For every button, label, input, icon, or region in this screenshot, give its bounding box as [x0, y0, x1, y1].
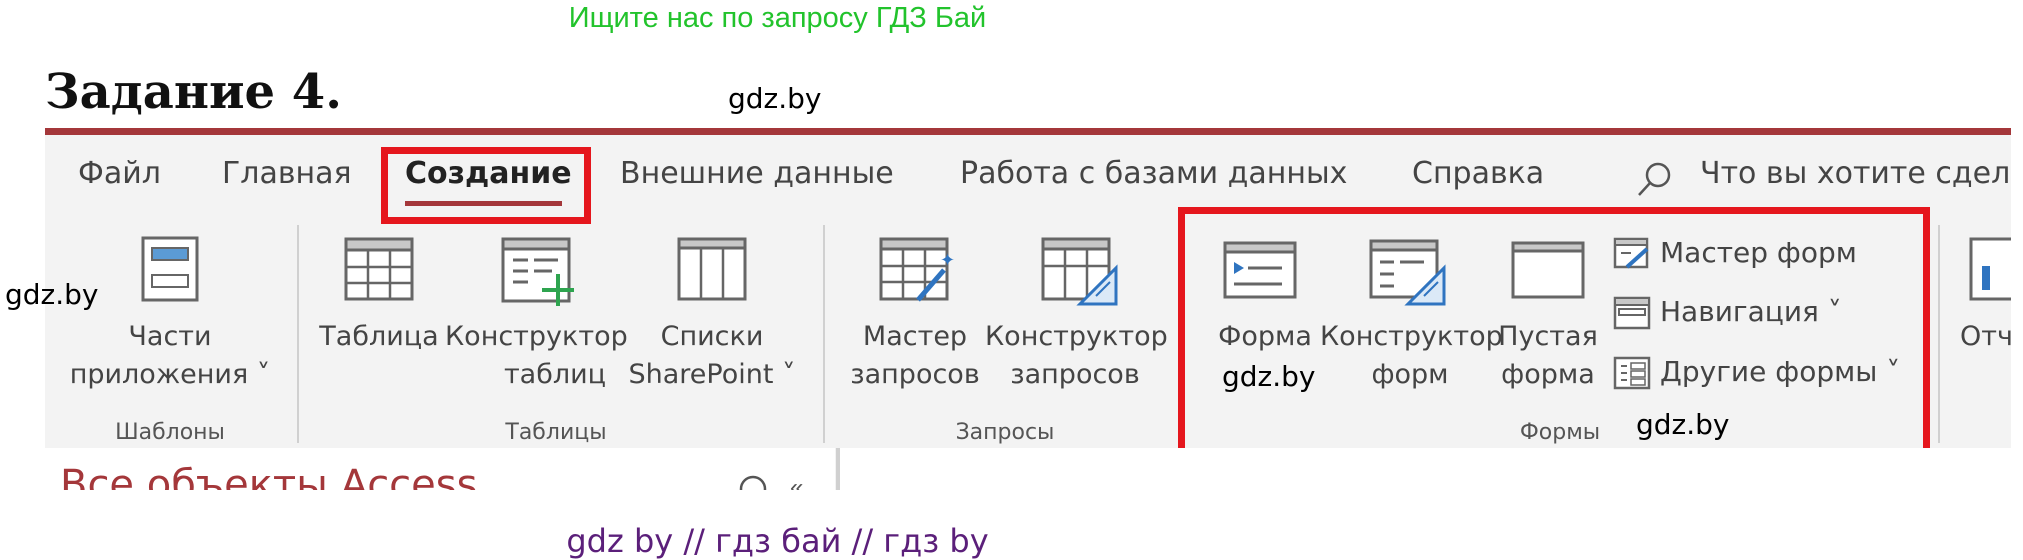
- tab-home[interactable]: Главная: [222, 156, 352, 191]
- group-label-templates: Шаблоны: [115, 420, 225, 445]
- table-icon: [343, 236, 415, 307]
- group-separator: [297, 225, 299, 443]
- group-separator: [823, 225, 825, 443]
- app-parts-button[interactable]: Части приложения ˅: [60, 318, 280, 394]
- sharepoint-lists-button[interactable]: Списки SharePoint ˅: [622, 318, 802, 394]
- query-designer-icon: [1040, 236, 1120, 313]
- query-wizard-icon: ✦: [878, 236, 958, 311]
- highlight-create-tab: [381, 147, 591, 224]
- report-label: Отч: [1960, 321, 2013, 352]
- watermark: gdz.by: [728, 82, 822, 115]
- query-designer-label-1: Конструктор: [985, 321, 1168, 352]
- sharepoint-label-1: Списки: [660, 321, 764, 352]
- highlight-forms-group: [1178, 207, 1930, 472]
- table-designer-label-2: таблиц: [503, 359, 607, 390]
- watermark: gdz.by: [1222, 360, 1316, 393]
- group-separator: [1938, 225, 1940, 443]
- query-wizard-label-2: запросов: [850, 359, 980, 390]
- svg-text:✦: ✦: [940, 250, 955, 271]
- search-input[interactable]: Что вы хотите сдела: [1700, 156, 2011, 191]
- task-title: Задание 4.: [45, 64, 342, 120]
- footer-watermark: gdz by // гдз бай // гдз by: [566, 522, 989, 560]
- table-designer-icon: [500, 236, 580, 313]
- watermark: gdz.by: [1636, 408, 1730, 441]
- title-bar-strip: [45, 128, 2011, 135]
- table-button[interactable]: Таблица: [318, 318, 440, 356]
- table-designer-label-1: Конструктор: [445, 321, 628, 352]
- tab-database-tools[interactable]: Работа с базами данных: [960, 156, 1347, 191]
- document-area: [840, 448, 2011, 490]
- watermark: gdz.by: [5, 278, 99, 311]
- app-parts-icon: [140, 235, 200, 308]
- table-label: Таблица: [319, 321, 439, 352]
- table-designer-button[interactable]: Конструктор таблиц: [445, 318, 628, 394]
- nav-pane-title[interactable]: Все объекты Access: [60, 462, 477, 490]
- query-designer-label-2: запросов: [1010, 359, 1140, 390]
- collapse-pane-icon[interactable]: «: [790, 476, 803, 490]
- group-label-tables: Таблицы: [505, 420, 607, 445]
- sharepoint-lists-icon: [676, 236, 748, 307]
- tab-external-data[interactable]: Внешние данные: [620, 156, 894, 191]
- tab-help[interactable]: Справка: [1412, 156, 1544, 191]
- query-designer-button[interactable]: Конструктор запросов: [985, 318, 1168, 394]
- report-icon: [1968, 236, 2023, 307]
- search-icon[interactable]: [1636, 160, 1674, 203]
- app-parts-label-2: приложения ˅: [69, 359, 271, 390]
- sharepoint-label-2: SharePoint ˅: [628, 359, 796, 390]
- group-label-queries: Запросы: [955, 420, 1055, 445]
- app-parts-label-1: Части: [128, 321, 212, 352]
- banner-text: Ищите нас по запросу ГДЗ Бай: [568, 2, 987, 34]
- tab-file[interactable]: Файл: [78, 156, 161, 191]
- report-button[interactable]: Отч: [1960, 318, 2023, 356]
- query-wizard-label-1: Мастер: [862, 321, 968, 352]
- query-wizard-button[interactable]: Мастер запросов: [840, 318, 990, 394]
- nav-pane-menu-icon[interactable]: [738, 474, 768, 490]
